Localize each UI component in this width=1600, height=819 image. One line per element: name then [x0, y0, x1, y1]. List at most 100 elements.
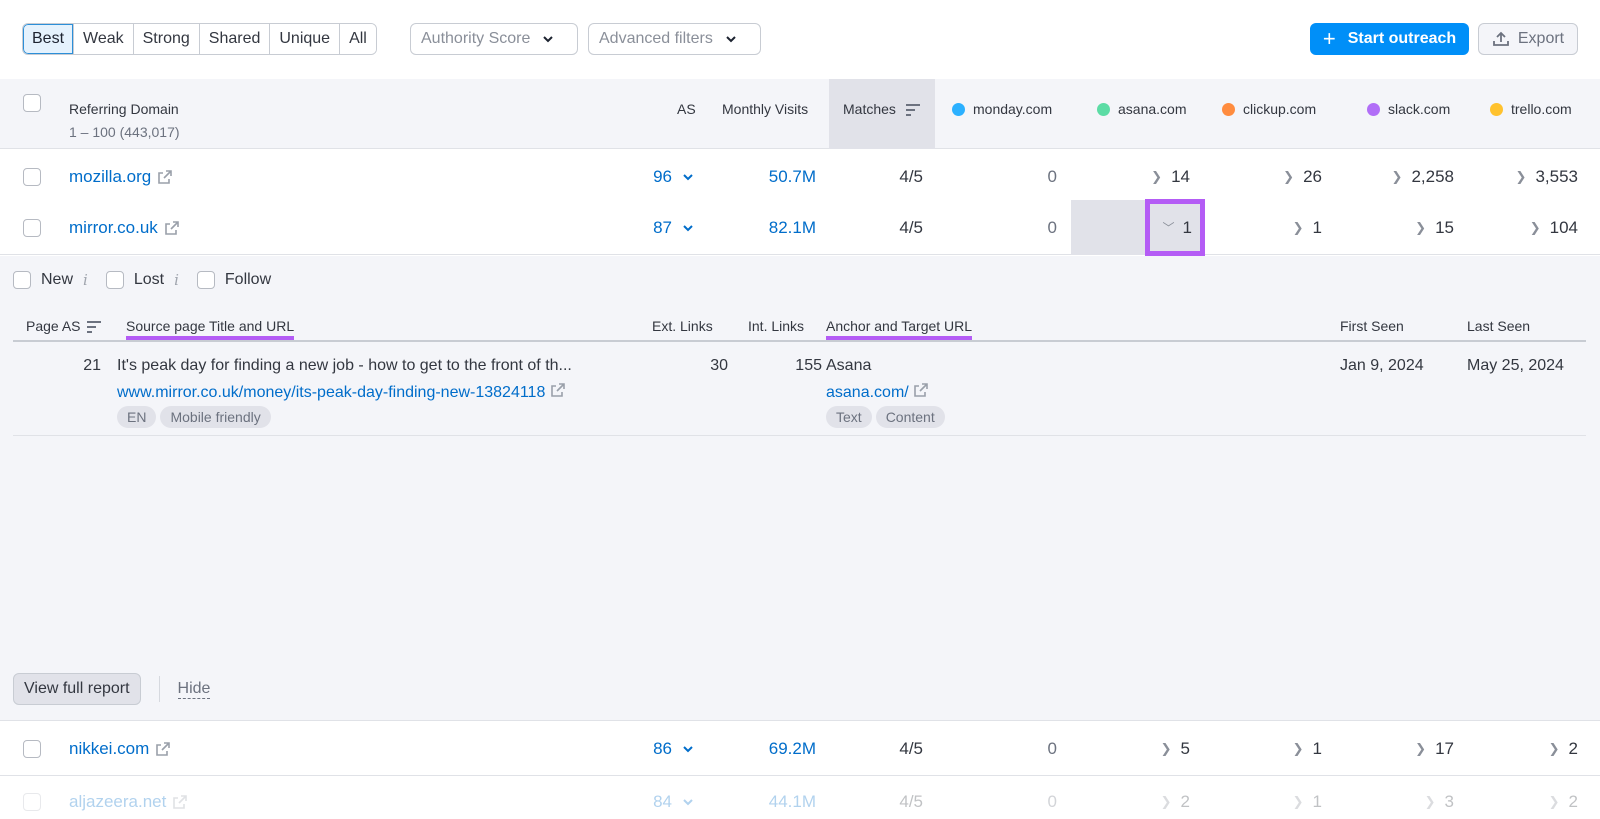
external-link-icon[interactable] — [164, 220, 180, 236]
header-first-seen[interactable]: First Seen — [1340, 318, 1404, 334]
trello-backlinks[interactable]: ❯ 2 — [1549, 721, 1578, 776]
chevron-right-icon: ❯ — [1415, 740, 1427, 756]
header-last-seen[interactable]: Last Seen — [1467, 318, 1530, 334]
source-page-url[interactable]: www.mirror.co.uk/money/its-peak-day-find… — [117, 382, 566, 402]
count: 2 — [1180, 792, 1190, 811]
count: 2 — [1568, 792, 1578, 811]
authority-score[interactable]: 86 — [653, 721, 694, 776]
header-as[interactable]: AS — [677, 101, 696, 117]
hide-link[interactable]: Hide — [177, 680, 211, 699]
header-competitor-monday[interactable]: monday.com — [952, 101, 1052, 117]
count: 2,258 — [1411, 166, 1454, 186]
asana-backlinks[interactable]: ❯ 5 — [1161, 721, 1190, 776]
external-link-icon[interactable] — [913, 382, 929, 398]
info-icon[interactable]: i — [174, 271, 179, 289]
advanced-filters-label: Advanced filters — [599, 30, 713, 47]
info-icon[interactable]: i — [83, 271, 88, 289]
external-link-icon[interactable] — [550, 382, 566, 398]
monthly-visits[interactable]: 50.7M — [769, 149, 816, 204]
trello-backlinks[interactable]: ❯ 2 — [1549, 777, 1578, 817]
export-button[interactable]: Export — [1478, 23, 1578, 55]
authority-score[interactable]: 96 — [653, 149, 694, 204]
as-value: 96 — [653, 166, 672, 186]
header-competitor-asana[interactable]: asana.com — [1097, 101, 1186, 117]
slack-backlinks[interactable]: ❯ 15 — [1415, 200, 1454, 255]
filter-label: New — [41, 271, 74, 288]
header-competitor-clickup[interactable]: clickup.com — [1222, 101, 1316, 117]
trello-color-dot — [1490, 103, 1503, 116]
monthly-visits[interactable]: 44.1M — [769, 777, 816, 817]
trello-backlinks[interactable]: ❯ 104 — [1530, 200, 1578, 255]
authority-score-label: Authority Score — [421, 30, 531, 47]
new-checkbox[interactable] — [13, 271, 31, 289]
header-matches-label: Matches — [843, 101, 896, 117]
filter-lost[interactable]: Lost i — [105, 271, 179, 289]
row-checkbox[interactable] — [23, 218, 41, 237]
slack-backlinks[interactable]: ❯ 2,258 — [1392, 149, 1454, 204]
clickup-backlinks[interactable]: ❯ 1 — [1293, 721, 1322, 776]
domain-link[interactable]: mirror.co.uk — [69, 200, 180, 255]
advanced-filters-dropdown[interactable]: Advanced filters — [588, 23, 761, 55]
monthly-visits[interactable]: 69.2M — [769, 721, 816, 776]
domain-link[interactable]: nikkei.com — [69, 721, 171, 776]
segment-all[interactable]: All — [340, 24, 376, 54]
count: 104 — [1549, 217, 1578, 237]
segment-strong[interactable]: Strong — [133, 24, 200, 54]
filter-follow[interactable]: Follow — [196, 271, 272, 289]
external-link-icon[interactable] — [157, 169, 173, 185]
monday-backlinks: 0 — [1047, 166, 1057, 186]
row-checkbox[interactable] — [23, 793, 41, 811]
view-full-report-button[interactable]: View full report — [13, 673, 141, 705]
header-source-page[interactable]: Source page Title and URL — [126, 318, 295, 340]
header-referring-domain[interactable]: Referring Domain — [69, 101, 179, 117]
start-outreach-button[interactable]: + Start outreach — [1310, 23, 1469, 55]
row-checkbox[interactable] — [23, 167, 41, 186]
competitor-name: monday.com — [973, 101, 1053, 117]
select-all-checkbox[interactable] — [23, 94, 41, 112]
clickup-backlinks[interactable]: ❯ 1 — [1293, 777, 1322, 817]
target-url[interactable]: asana.com/ — [826, 382, 929, 402]
authority-score-dropdown[interactable]: Authority Score — [410, 23, 578, 55]
external-link-icon[interactable] — [172, 794, 188, 810]
selected-cell-background — [1071, 200, 1145, 255]
header-anchor-target[interactable]: Anchor and Target URL — [826, 318, 973, 340]
lost-checkbox[interactable] — [105, 271, 124, 289]
asana-backlinks-expanded-toggle[interactable]: ﹀ 1 — [1145, 199, 1205, 256]
segment-shared[interactable]: Shared — [199, 24, 271, 54]
anchor-tags: Text Content — [826, 406, 949, 428]
backlinks-table-header: Page AS Source page Title and URL Ext. L… — [13, 306, 1586, 342]
filter-label: Follow — [224, 271, 272, 288]
filter-new[interactable]: New i — [13, 271, 88, 289]
slack-backlinks[interactable]: ❯ 17 — [1415, 721, 1454, 776]
header-page-as[interactable]: Page AS — [26, 318, 101, 334]
chevron-right-icon: ❯ — [1391, 168, 1403, 184]
segment-unique[interactable]: Unique — [270, 24, 341, 54]
header-ext-links[interactable]: Ext. Links — [652, 318, 713, 334]
competitor-name: trello.com — [1511, 101, 1572, 117]
domain-name: mozilla.org — [69, 166, 152, 186]
clickup-backlinks[interactable]: ❯ 1 — [1293, 200, 1322, 255]
follow-checkbox[interactable] — [196, 271, 215, 289]
trello-backlinks[interactable]: ❯ 3,553 — [1516, 149, 1578, 204]
segment-weak[interactable]: Weak — [74, 24, 134, 54]
clickup-backlinks[interactable]: ❯ 26 — [1283, 149, 1322, 204]
external-link-icon[interactable] — [155, 741, 171, 757]
count: 1 — [1312, 217, 1322, 237]
authority-score[interactable]: 87 — [653, 200, 694, 255]
asana-backlinks[interactable]: ❯ 2 — [1161, 777, 1190, 817]
header-int-links[interactable]: Int. Links — [748, 318, 804, 334]
chevron-right-icon: ❯ — [1151, 168, 1163, 184]
authority-score[interactable]: 84 — [653, 777, 694, 817]
domain-link[interactable]: mozilla.org — [69, 149, 173, 204]
monthly-visits[interactable]: 82.1M — [769, 200, 816, 255]
header-competitor-trello[interactable]: trello.com — [1490, 101, 1572, 117]
header-competitor-slack[interactable]: slack.com — [1367, 101, 1450, 117]
header-monthly-visits[interactable]: Monthly Visits — [722, 101, 808, 117]
domain-link[interactable]: aljazeera.net — [69, 777, 188, 817]
asana-backlinks[interactable]: ❯ 14 — [1151, 149, 1190, 204]
header-matches[interactable]: Matches — [843, 101, 920, 117]
row-checkbox[interactable] — [23, 739, 41, 758]
slack-backlinks[interactable]: ❯ 3 — [1425, 777, 1454, 817]
count: 1 — [1312, 738, 1322, 758]
segment-best[interactable]: Best — [23, 24, 75, 54]
